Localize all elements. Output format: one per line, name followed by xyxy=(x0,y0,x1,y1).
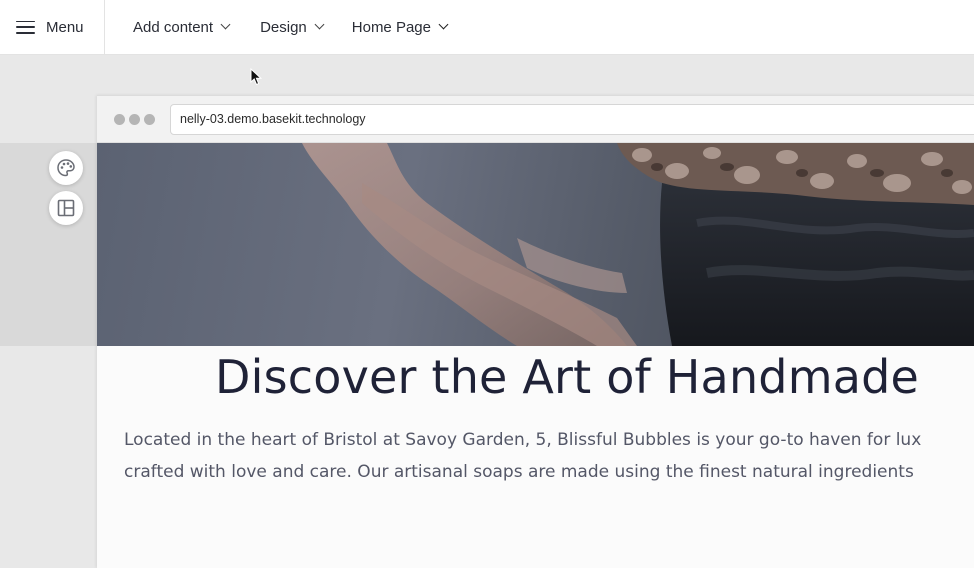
window-dots-icon xyxy=(114,114,155,125)
palette-icon xyxy=(57,159,75,177)
hero-image-illustration xyxy=(302,143,974,346)
url-field[interactable]: nelly-03.demo.basekit.technology xyxy=(170,104,974,135)
browser-address-bar: nelly-03.demo.basekit.technology xyxy=(97,95,974,143)
intro-paragraph-line: Located in the heart of Bristol at Savoy… xyxy=(124,430,922,450)
menu-label: Menu xyxy=(46,18,84,36)
chevron-down-icon xyxy=(314,19,325,30)
editor-side-panel xyxy=(0,143,97,346)
intro-paragraph-line: crafted with love and care. Our artisana… xyxy=(124,462,914,482)
hero-image[interactable] xyxy=(97,143,974,346)
mouse-cursor-icon xyxy=(250,68,262,86)
menu-button[interactable]: Menu xyxy=(0,0,105,55)
layout-icon xyxy=(57,199,75,217)
chevron-down-icon xyxy=(438,19,449,30)
palette-button[interactable] xyxy=(49,151,83,185)
intro-paragraph[interactable]: Located in the heart of Bristol at Savoy… xyxy=(124,424,921,488)
page-headline[interactable]: Discover the Art of Handmade xyxy=(215,350,919,404)
editor-toolbar: Menu Add content Design Home Page xyxy=(0,0,974,55)
add-content-dropdown[interactable]: Add content xyxy=(133,18,231,36)
chevron-down-icon xyxy=(220,19,231,30)
page-selector-label: Home Page xyxy=(351,18,431,36)
layout-button[interactable] xyxy=(49,191,83,225)
page-selector-dropdown[interactable]: Home Page xyxy=(351,18,449,36)
hamburger-icon xyxy=(16,20,35,34)
site-preview-frame: nelly-03.demo.basekit.technology xyxy=(97,95,974,568)
add-content-label: Add content xyxy=(133,18,214,36)
design-dropdown[interactable]: Design xyxy=(260,18,325,36)
design-label: Design xyxy=(260,18,307,36)
